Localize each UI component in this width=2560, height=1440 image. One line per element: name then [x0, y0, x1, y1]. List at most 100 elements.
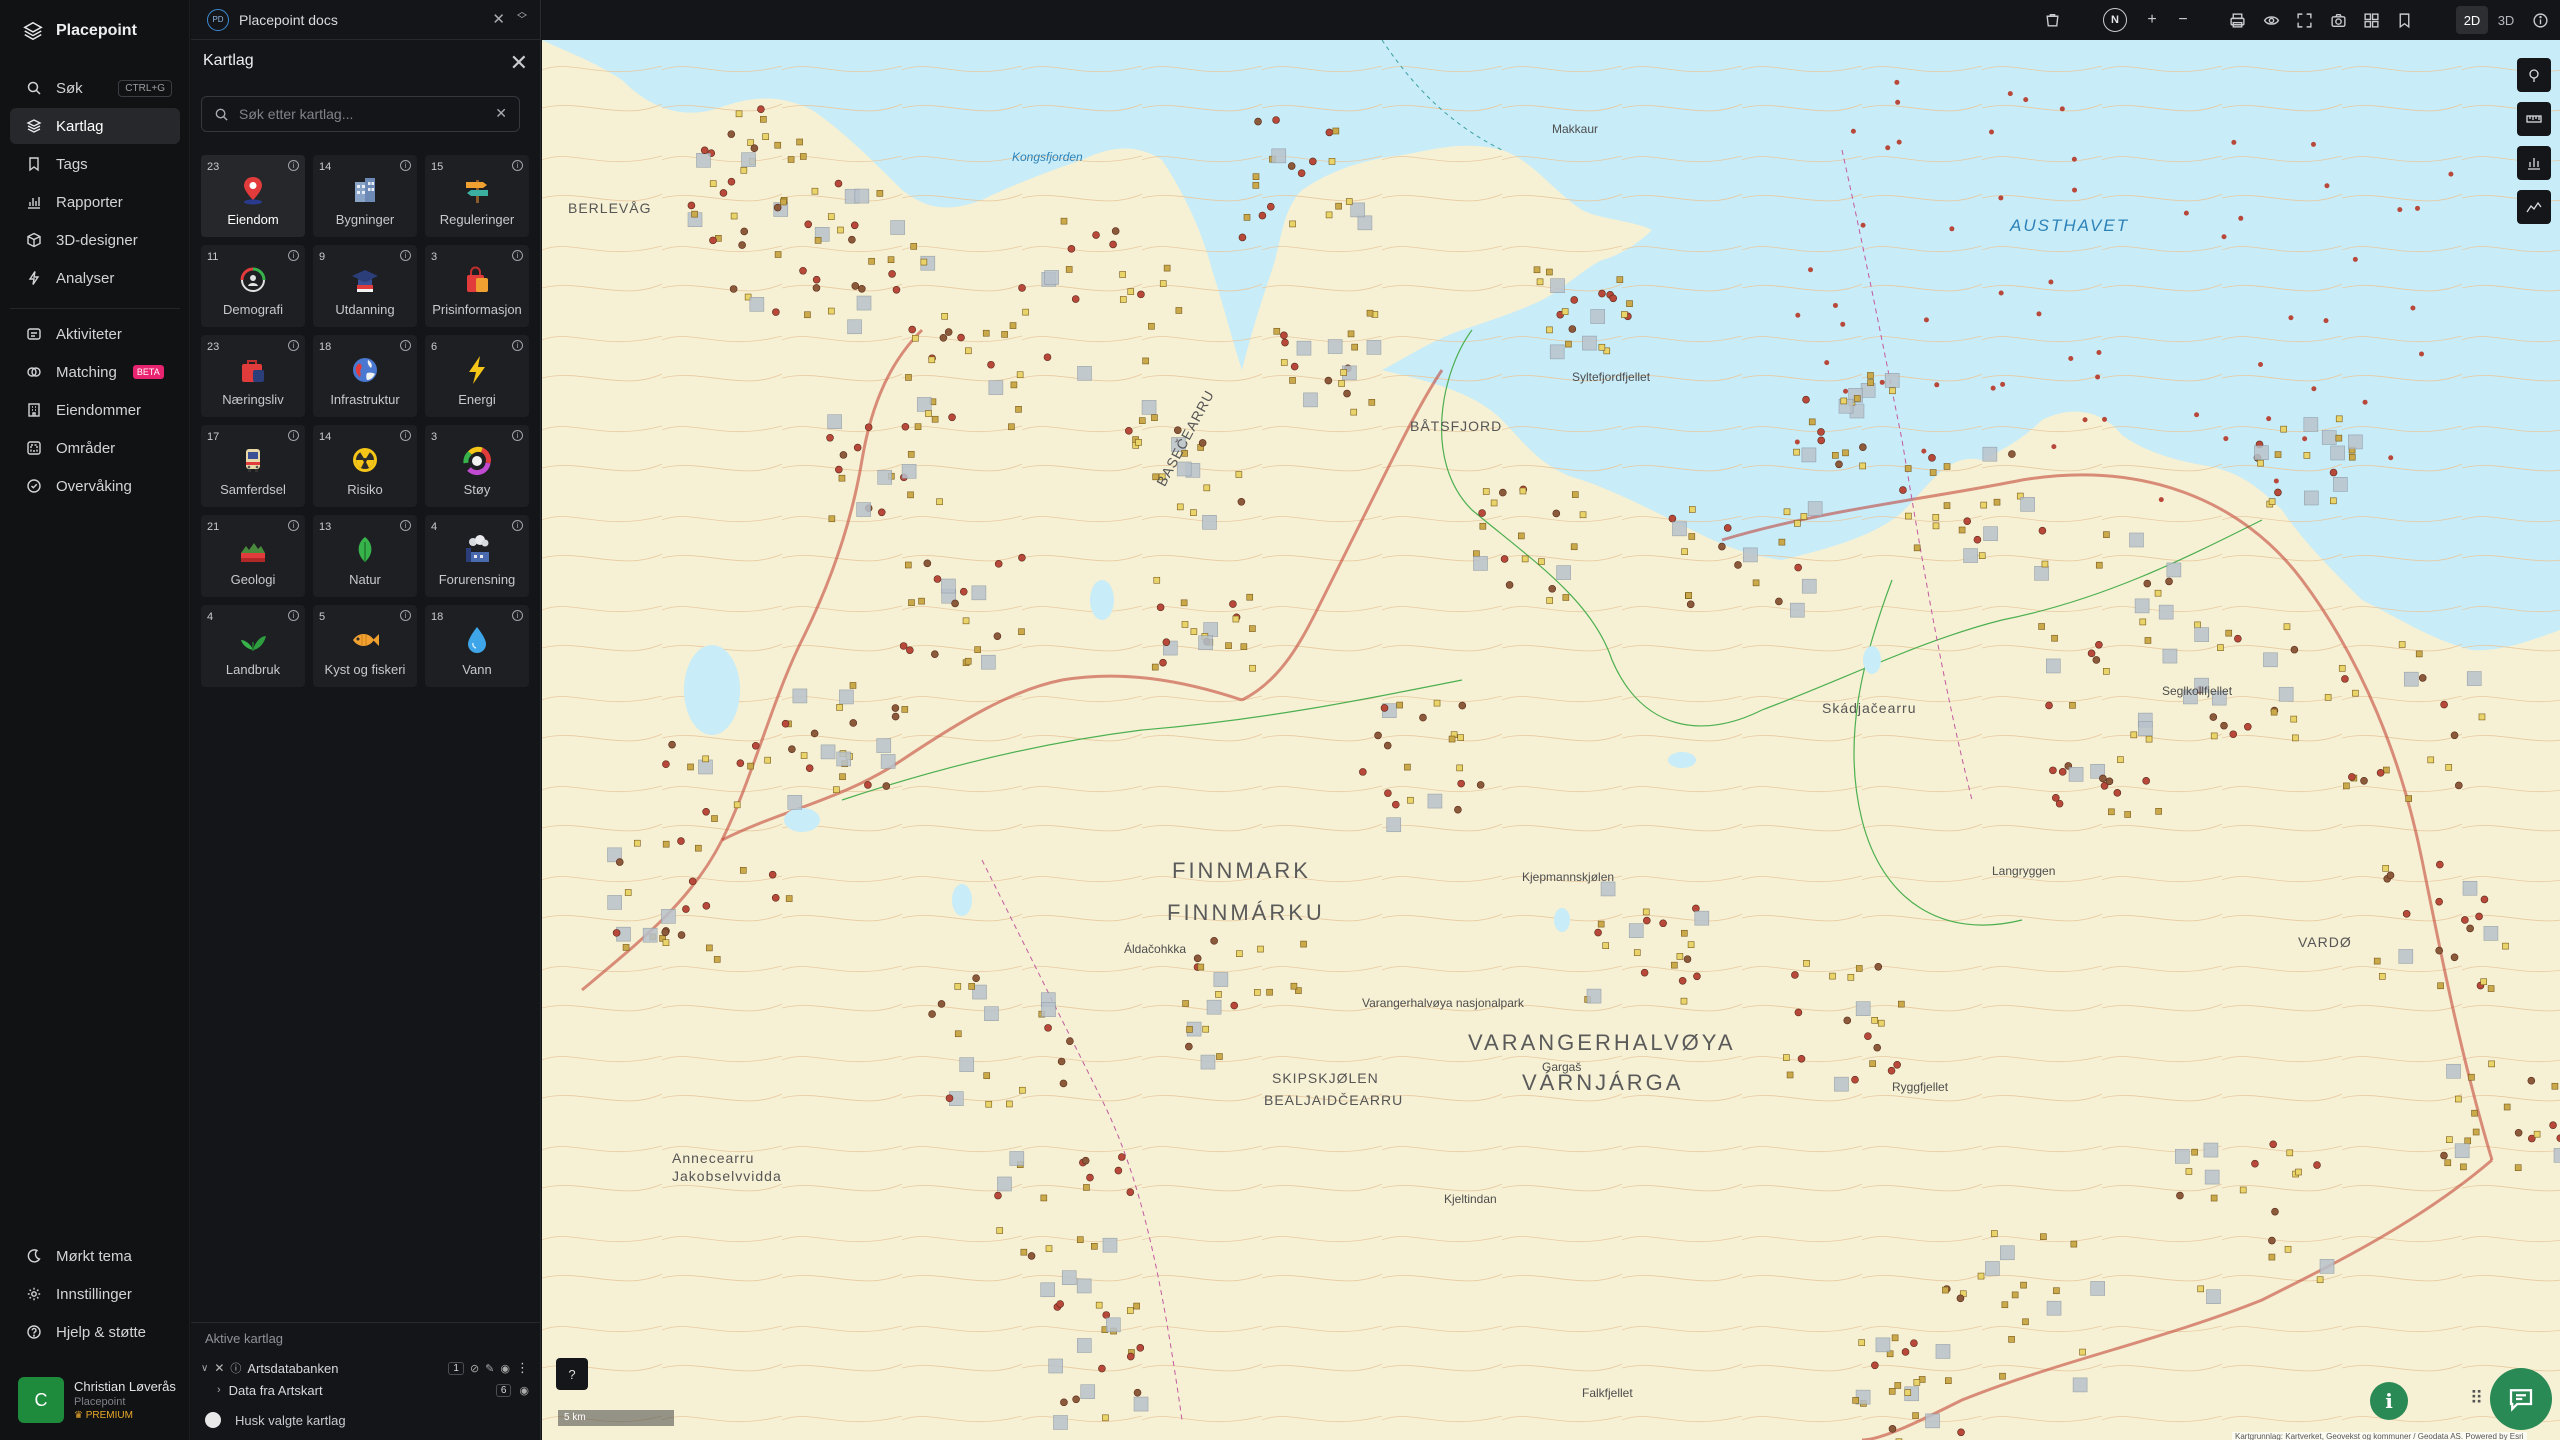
occurrence-marker[interactable]: [1136, 1344, 1145, 1352]
occurrence-marker[interactable]: [2480, 978, 2488, 986]
occurrence-marker[interactable]: [1571, 491, 1579, 498]
occurrence-marker[interactable]: [2323, 318, 2329, 324]
mode-3d-button[interactable]: 3D: [2490, 6, 2522, 34]
occurrence-marker[interactable]: [1505, 581, 1514, 589]
occurrence-marker[interactable]: [1688, 533, 1696, 540]
occurrence-marker[interactable]: [1824, 360, 1830, 366]
occurrence-marker[interactable]: [1151, 663, 1159, 671]
occurrence-marker[interactable]: [833, 786, 840, 794]
occurrence-marker[interactable]: [1998, 195, 2004, 201]
occurrence-marker[interactable]: [1404, 763, 1411, 771]
occurrence-marker[interactable]: [2099, 774, 2107, 783]
occurrence-marker[interactable]: [1928, 454, 1936, 462]
occurrence-cluster[interactable]: [2330, 445, 2346, 461]
occurrence-marker[interactable]: [2268, 1253, 2276, 1261]
occurrence-cluster[interactable]: [2072, 1377, 2088, 1393]
occurrence-marker[interactable]: [2324, 694, 2332, 701]
occurrence-marker[interactable]: [1989, 129, 1995, 135]
occurrence-cluster[interactable]: [2203, 1142, 2219, 1158]
occurrence-cluster[interactable]: [2090, 1281, 2106, 1296]
occurrence-cluster[interactable]: [836, 751, 852, 767]
occurrence-marker[interactable]: [1957, 1428, 1965, 1437]
occurrence-marker[interactable]: [1680, 997, 1688, 1005]
occurrence-marker[interactable]: [1616, 276, 1624, 283]
occurrence-marker[interactable]: [864, 781, 872, 789]
occurrence-marker[interactable]: [1678, 976, 1687, 985]
occurrence-cluster[interactable]: [1044, 270, 1059, 285]
occurrence-marker[interactable]: [1281, 338, 1289, 347]
occurrence-marker[interactable]: [1240, 643, 1248, 650]
occurrence-marker[interactable]: [1519, 487, 1527, 495]
occurrence-marker[interactable]: [1602, 942, 1609, 949]
occurrence-cluster[interactable]: [1628, 923, 1644, 938]
occurrence-marker[interactable]: [1243, 214, 1251, 221]
occurrence-marker[interactable]: [899, 642, 908, 650]
nav-item-kartlag[interactable]: Kartlag: [10, 108, 180, 144]
occurrence-cluster[interactable]: [1427, 793, 1443, 809]
occurrence-marker[interactable]: [2238, 215, 2244, 221]
occurrence-marker[interactable]: [1945, 1377, 1952, 1384]
occurrence-marker[interactable]: [706, 944, 713, 952]
occurrence-marker[interactable]: [727, 130, 736, 138]
occurrence-marker[interactable]: [2108, 808, 2115, 816]
occurrence-marker[interactable]: [1272, 116, 1280, 124]
occurrence-marker[interactable]: [1137, 290, 1145, 299]
occurrence-marker[interactable]: [1794, 563, 1802, 572]
occurrence-marker[interactable]: [1734, 561, 1742, 569]
occurrence-marker[interactable]: [1692, 904, 1700, 913]
occurrence-marker[interactable]: [907, 491, 914, 499]
occurrence-cluster[interactable]: [1198, 635, 1213, 651]
occurrence-marker[interactable]: [1869, 1060, 1876, 1067]
occurrence-marker[interactable]: [2000, 381, 2006, 387]
occurrence-marker[interactable]: [2418, 674, 2427, 682]
occurrence-marker[interactable]: [1163, 264, 1171, 272]
occurrence-marker[interactable]: [1230, 1001, 1239, 1010]
occurrence-marker[interactable]: [2038, 623, 2045, 630]
occurrence-marker[interactable]: [691, 210, 698, 218]
occurrence-cluster[interactable]: [1743, 547, 1758, 563]
occurrence-marker[interactable]: [1668, 514, 1677, 523]
occurrence-marker[interactable]: [1119, 271, 1126, 278]
occurrence-cluster[interactable]: [1586, 988, 1602, 1004]
occurrence-cluster[interactable]: [2348, 434, 2363, 450]
occurrence-marker[interactable]: [1060, 217, 1068, 225]
occurrence-marker[interactable]: [888, 270, 896, 278]
occurrence-marker[interactable]: [1794, 439, 1800, 445]
occurrence-marker[interactable]: [1384, 789, 1392, 797]
occurrence-marker[interactable]: [1454, 805, 1462, 814]
occurrence-marker[interactable]: [1843, 1016, 1852, 1025]
occurrence-marker[interactable]: [1102, 1311, 1111, 1319]
occurrence-marker[interactable]: [1899, 486, 1907, 494]
occurrence-marker[interactable]: [2231, 139, 2237, 145]
occurrence-marker[interactable]: [624, 889, 632, 896]
occurrence-marker[interactable]: [2038, 526, 2047, 535]
occurrence-marker[interactable]: [812, 275, 821, 284]
occurrence-cluster[interactable]: [2483, 926, 2499, 941]
occurrence-marker[interactable]: [2197, 1285, 2205, 1293]
occurrence-marker[interactable]: [912, 334, 919, 342]
occurrence-cluster[interactable]: [1077, 1338, 1092, 1353]
occurrence-cluster[interactable]: [2194, 627, 2209, 642]
occurrence-marker[interactable]: [2284, 1245, 2292, 1253]
occurrence-marker[interactable]: [1473, 550, 1480, 558]
occurrence-marker[interactable]: [774, 141, 782, 149]
occurrence-marker[interactable]: [615, 858, 624, 866]
occurrence-marker[interactable]: [1791, 971, 1799, 979]
occurrence-marker[interactable]: [1956, 1294, 1965, 1303]
occurrence-marker[interactable]: [1934, 382, 1940, 388]
occurrence-cluster[interactable]: [2303, 417, 2319, 432]
occurrence-marker[interactable]: [868, 257, 875, 265]
occurrence-marker[interactable]: [1133, 1388, 1142, 1397]
occurrence-marker[interactable]: [1990, 385, 1996, 391]
occurrence-marker[interactable]: [2271, 1207, 2279, 1216]
occurrence-marker[interactable]: [2378, 973, 2386, 980]
occurrence-cluster[interactable]: [839, 689, 854, 705]
occurrence-cluster[interactable]: [642, 927, 658, 943]
occurrence-marker[interactable]: [901, 706, 909, 713]
occurrence-marker[interactable]: [2209, 713, 2218, 721]
occurrence-marker[interactable]: [1252, 173, 1260, 180]
occurrence-marker[interactable]: [1479, 522, 1487, 530]
occurrence-marker[interactable]: [948, 413, 956, 422]
occurrence-cluster[interactable]: [2129, 532, 2144, 548]
occurrence-marker[interactable]: [834, 179, 843, 188]
